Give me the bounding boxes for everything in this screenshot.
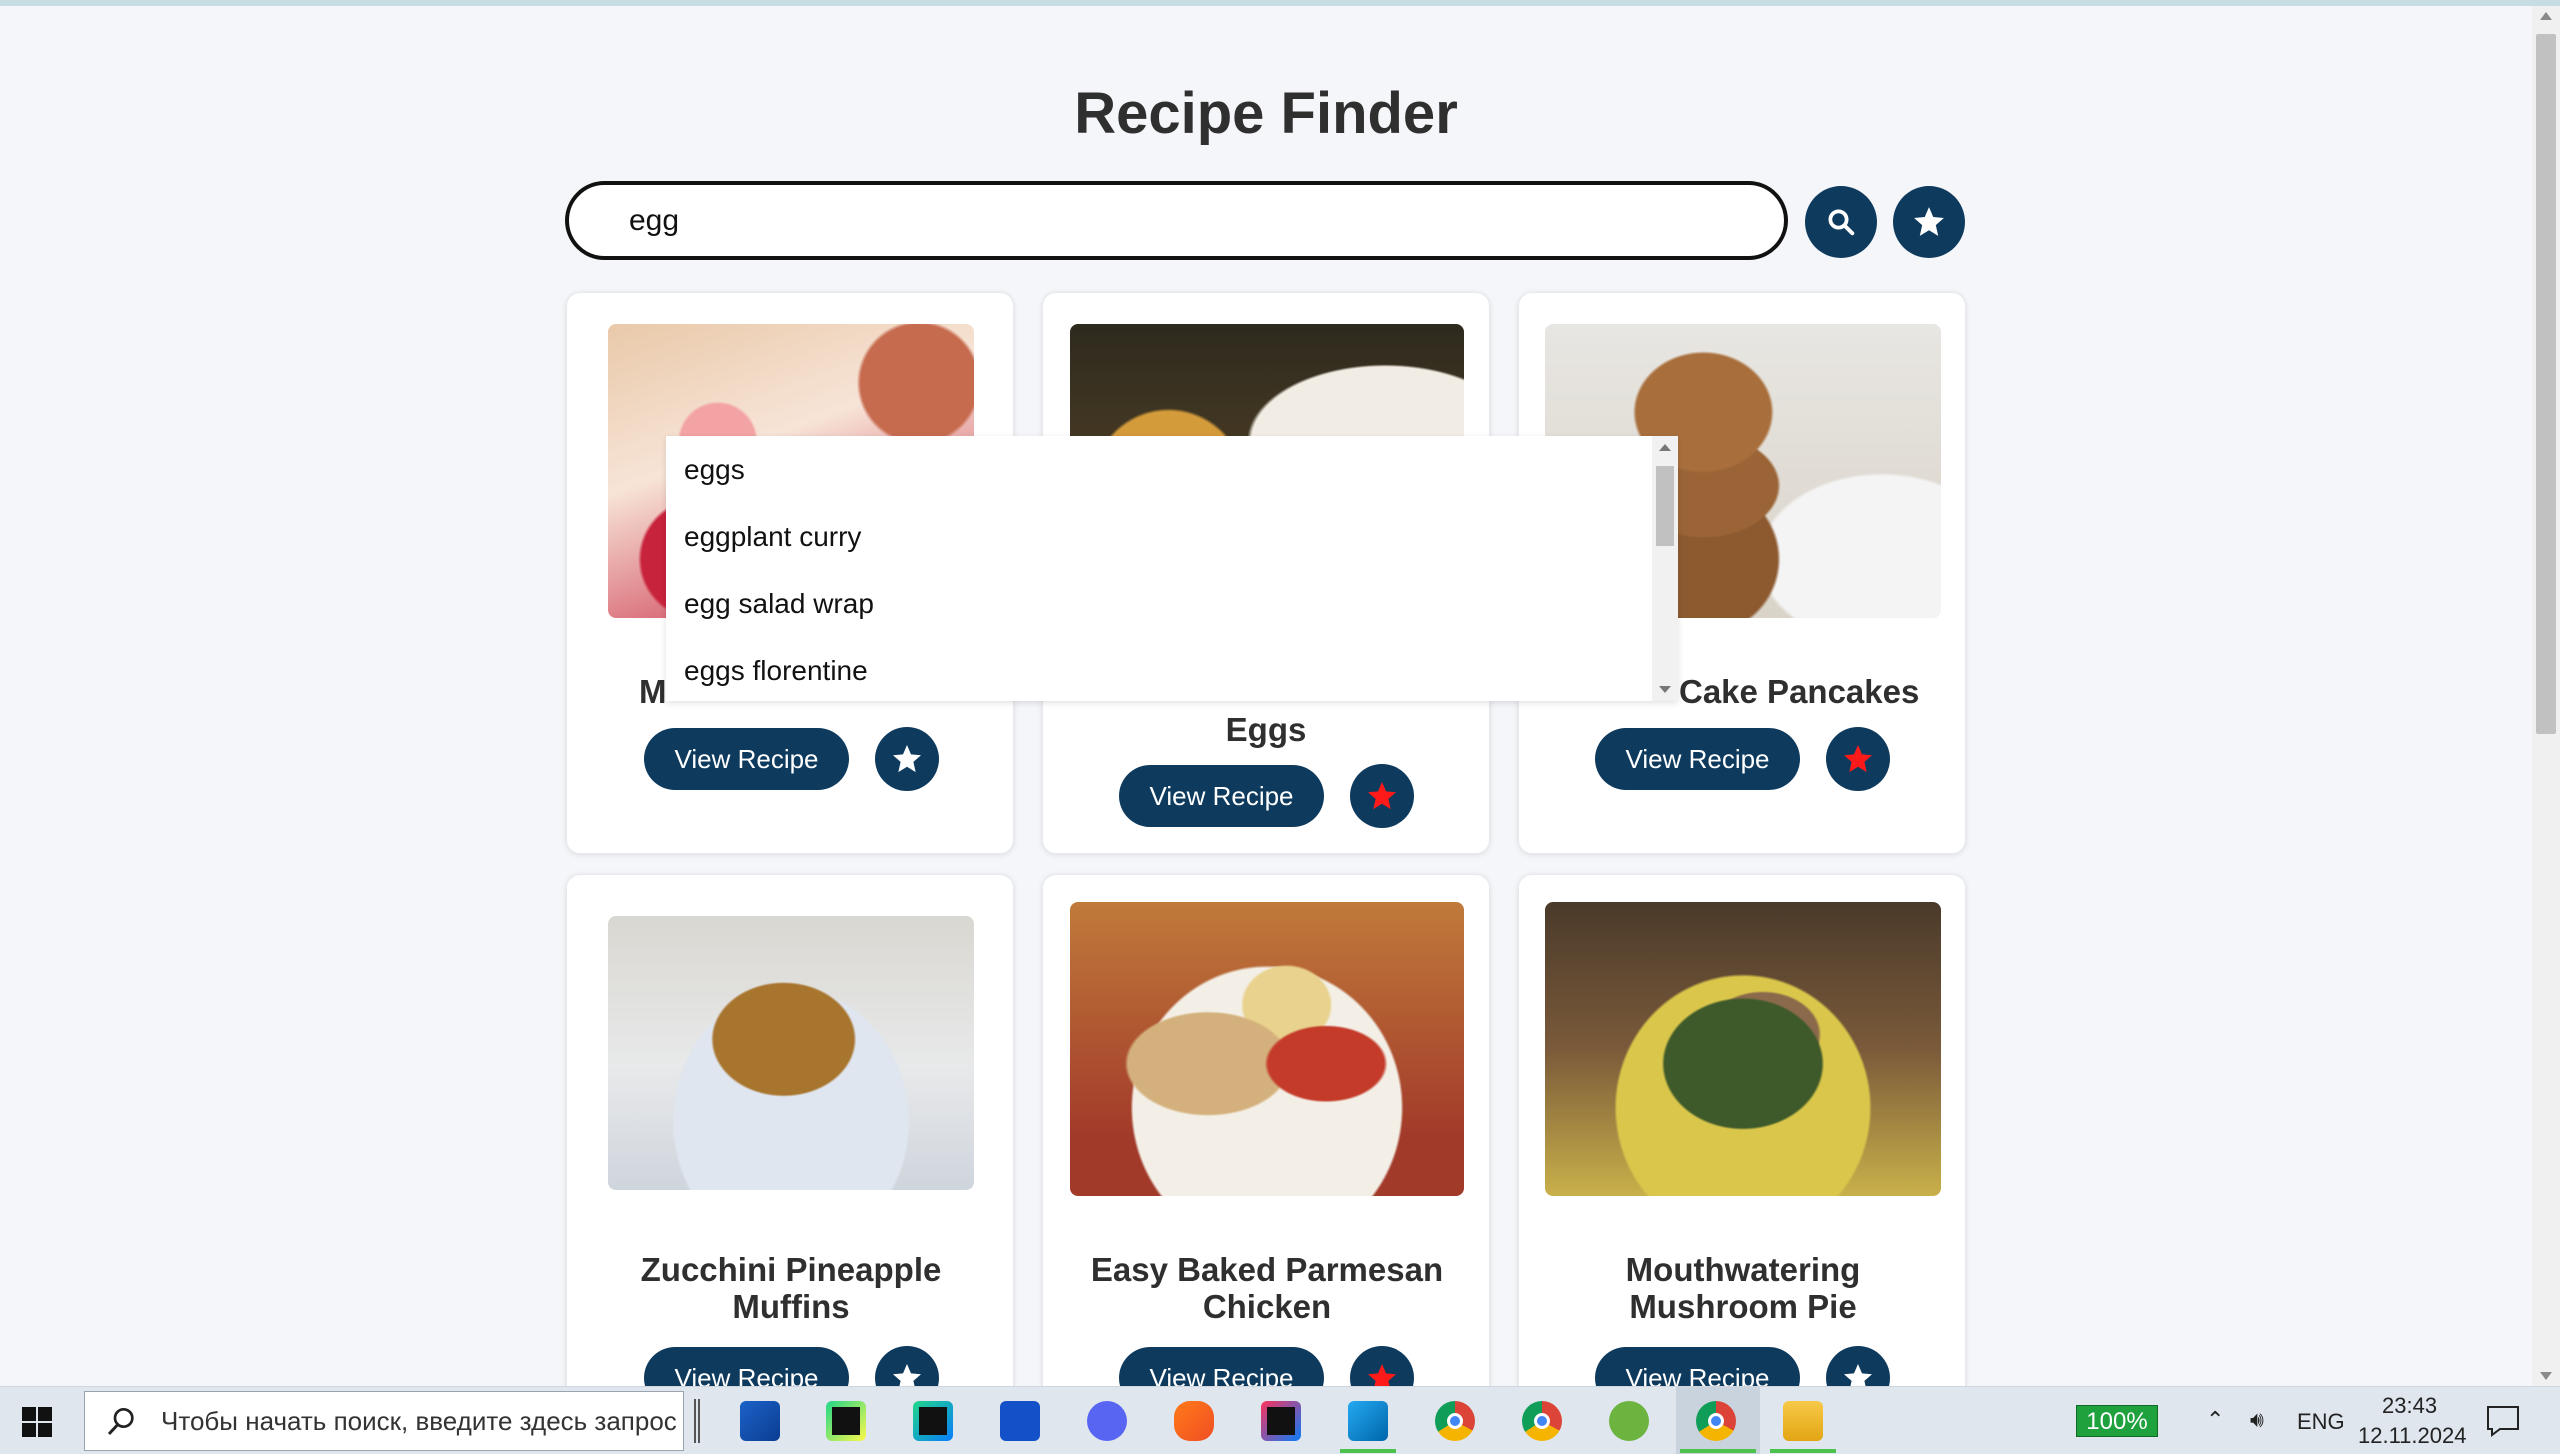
view-recipe-button[interactable]: View Recipe [644,1347,849,1386]
chrome-icon[interactable] [1696,1401,1736,1441]
search-icon [107,1408,134,1435]
recipe-name: Easy Baked Parmesan Chicken [1090,1251,1444,1325]
battery-indicator[interactable]: 100% [2076,1405,2158,1437]
suggestion-item[interactable]: eggs [684,454,745,486]
recipe-card: Zucchini Pineapple Muffins View Recipe [566,874,1014,1386]
star-icon [893,1364,921,1386]
pycharm-icon[interactable] [826,1401,866,1441]
favorite-toggle-button[interactable] [1826,1346,1890,1386]
clock-date[interactable]: 12.11.2024 [2358,1423,2466,1449]
favorite-toggle-button[interactable] [1350,1346,1414,1386]
active-app-indicator [1340,1449,1396,1453]
star-icon [1368,782,1396,810]
star-icon [1844,745,1872,773]
recipe-card: Mouthwatering Mushroom Pie View Recipe [1518,874,1966,1386]
tray-chevron-icon[interactable]: ⌃ [2206,1407,2224,1433]
scroll-up-arrow-icon[interactable] [2540,12,2552,20]
star-icon [1844,1364,1872,1386]
autocomplete-dropdown: eggs eggplant curry egg salad wrap eggs … [666,436,1678,701]
suggestion-item[interactable]: egg salad wrap [684,588,874,620]
view-recipe-button[interactable]: View Recipe [644,728,849,790]
search-button[interactable] [1805,186,1877,258]
taskbar-search-placeholder: Чтобы начать поиск, введите здесь запрос [161,1406,677,1436]
clock-time[interactable]: 23:43 [2382,1393,2437,1419]
favorite-toggle-button[interactable] [1350,764,1414,828]
recipe-card: Easy Baked Parmesan Chicken View Recipe [1042,874,1490,1386]
taskbar-divider [694,1399,700,1443]
scrollbar-thumb[interactable] [1656,466,1674,546]
favorite-toggle-button[interactable] [875,1346,939,1386]
dropdown-scrollbar[interactable] [1652,436,1678,701]
vscode-icon[interactable] [1348,1401,1388,1441]
scrollbar-thumb[interactable] [2536,34,2556,734]
favorite-toggle-button[interactable] [1826,727,1890,791]
volume-icon[interactable]: 🔊︎ [2250,1407,2264,1433]
taskbar: Чтобы начать поиск, введите здесь запрос… [0,1386,2560,1454]
suggestion-item[interactable]: eggs florentine [684,655,868,687]
spring-icon[interactable] [1609,1401,1649,1441]
active-app-indicator [1770,1449,1836,1453]
search-input[interactable]: egg [565,181,1788,260]
star-icon [1914,207,1944,236]
view-recipe-button[interactable]: View Recipe [1595,1347,1800,1386]
scroll-down-arrow-icon[interactable] [2540,1372,2552,1380]
windows-start-icon[interactable] [22,1407,52,1437]
discord-icon[interactable] [1087,1401,1127,1441]
taskbar-search[interactable]: Чтобы начать поиск, введите здесь запрос [84,1391,684,1451]
scroll-up-arrow-icon[interactable] [1659,444,1671,451]
chrome-icon[interactable] [1522,1401,1562,1441]
star-icon [893,745,921,773]
store-icon[interactable] [740,1401,780,1441]
page-title: Recipe Finder [1074,81,1458,146]
view-recipe-button[interactable]: View Recipe [1595,728,1800,790]
intellij-icon[interactable] [1261,1401,1301,1441]
suggestion-item[interactable]: eggplant curry [684,521,861,553]
brave-icon[interactable] [1174,1401,1214,1441]
recipe-name: Cake Pancakes [1679,673,1920,710]
recipe-name: Zucchini Pineapple Muffins [640,1251,942,1325]
recipe-image[interactable] [1545,902,1941,1196]
view-recipe-button[interactable]: View Recipe [1119,1347,1324,1386]
view-recipe-button[interactable]: View Recipe [1119,765,1324,827]
recipe-name: Eggs [1225,711,1307,748]
search-icon [1828,209,1855,236]
page: Recipe Finder egg M View Recipe Eggs Vie… [0,6,2532,1386]
favorite-toggle-button[interactable] [875,727,939,791]
recipe-image[interactable] [1070,902,1464,1196]
notifications-icon[interactable] [2486,1405,2520,1437]
language-indicator[interactable]: ENG [2297,1409,2345,1435]
scroll-down-arrow-icon[interactable] [1659,686,1671,693]
clion-icon[interactable] [913,1401,953,1441]
chrome-icon[interactable] [1435,1401,1475,1441]
file-explorer-icon[interactable] [1783,1401,1823,1441]
active-app-indicator [1680,1449,1756,1453]
webstorm-icon[interactable] [1000,1401,1040,1441]
page-scrollbar[interactable] [2532,6,2560,1386]
favorites-button[interactable] [1893,186,1965,258]
recipe-image[interactable] [608,916,974,1190]
star-icon [1368,1364,1396,1386]
recipe-name: Mouthwatering Mushroom Pie [1625,1251,1861,1325]
